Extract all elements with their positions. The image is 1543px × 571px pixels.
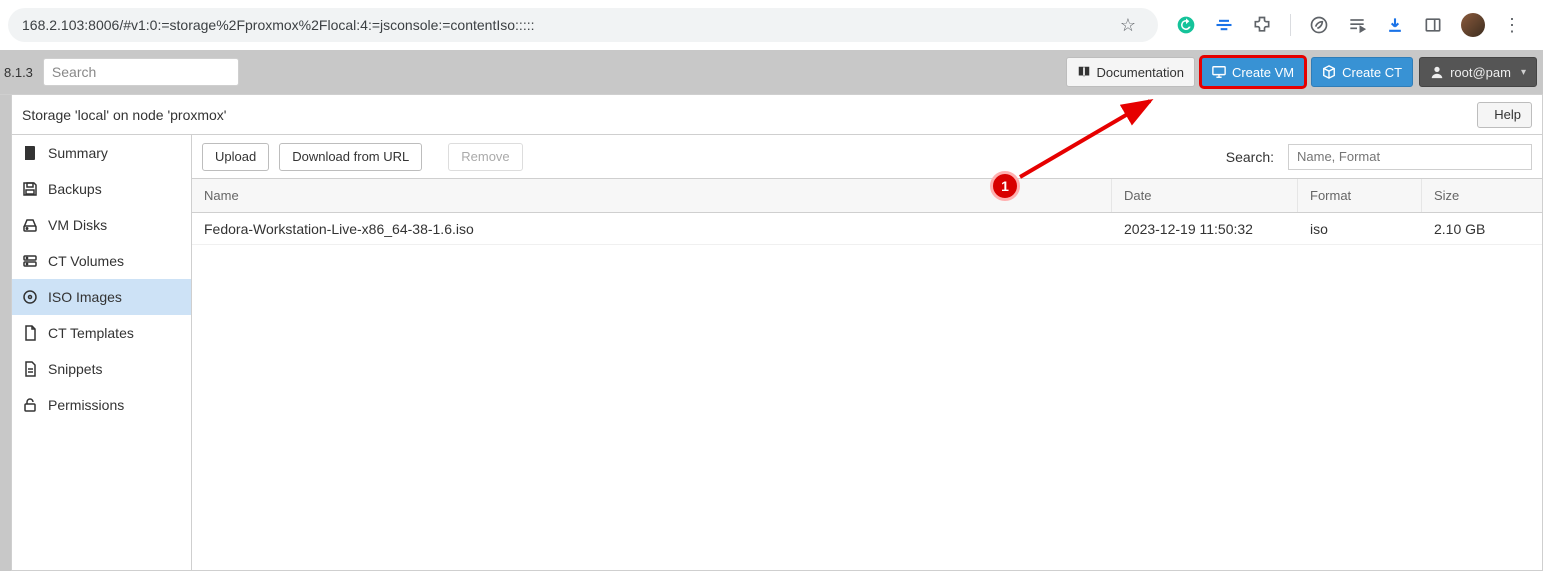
sidebar-item-label: ISO Images — [48, 289, 122, 305]
separator-icon — [1290, 14, 1291, 36]
global-search-input[interactable] — [43, 58, 239, 86]
col-header-date[interactable]: Date — [1112, 179, 1298, 212]
bookmark-star-icon[interactable]: ☆ — [1120, 15, 1136, 36]
col-header-name[interactable]: Name — [192, 179, 1112, 212]
sidebar-item-permissions[interactable]: Permissions — [12, 387, 191, 423]
cell-name: Fedora-Workstation-Live-x86_64-38-1.6.is… — [192, 213, 1112, 244]
proxmox-toolbar: 8.1.3 Documentation Create VM Create CT … — [0, 50, 1543, 94]
kebab-menu-icon[interactable]: ⋮ — [1503, 15, 1521, 36]
file-icon — [22, 325, 38, 341]
panel-title-row: Storage 'local' on node 'proxmox' Help — [12, 95, 1542, 135]
sidebar-item-vm-disks[interactable]: VM Disks — [12, 207, 191, 243]
help-label: Help — [1494, 107, 1521, 122]
documentation-button[interactable]: Documentation — [1066, 57, 1195, 87]
extensions-icon[interactable] — [1252, 15, 1272, 35]
cube-icon — [1322, 65, 1336, 79]
version-label: 8.1.3 — [0, 65, 33, 80]
search-label: Search: — [1226, 149, 1274, 165]
list-icon[interactable] — [1214, 15, 1234, 35]
snippet-icon — [22, 361, 38, 377]
annotation-badge: 1 — [990, 171, 1020, 201]
grid-wrapper: Upload Download from URL Remove Search: … — [192, 135, 1542, 570]
hdd-icon — [22, 217, 38, 233]
grid-search-input[interactable] — [1288, 144, 1532, 170]
cell-date: 2023-12-19 11:50:32 — [1112, 213, 1298, 244]
sidebar-item-ct-templates[interactable]: CT Templates — [12, 315, 191, 351]
sidebar-item-label: CT Volumes — [48, 253, 124, 269]
sidebar-item-iso-images[interactable]: ISO Images — [12, 279, 191, 315]
create-vm-label: Create VM — [1232, 65, 1294, 80]
cell-format: iso — [1298, 213, 1422, 244]
grid-row[interactable]: Fedora-Workstation-Live-x86_64-38-1.6.is… — [192, 213, 1542, 245]
monitor-icon — [1212, 65, 1226, 79]
sidebar-item-backups[interactable]: Backups — [12, 171, 191, 207]
book-icon — [1077, 65, 1091, 79]
browser-chrome: 168.2.103:8006/#v1:0:=storage%2Fproxmox%… — [0, 0, 1543, 50]
profile-avatar-icon[interactable] — [1461, 13, 1485, 37]
floppy-icon — [22, 181, 38, 197]
remove-button: Remove — [448, 143, 522, 171]
sidebar-item-label: Backups — [48, 181, 102, 197]
grammarly-icon[interactable] — [1176, 15, 1196, 35]
sidebar-item-label: Snippets — [48, 361, 102, 377]
sidebar-item-summary[interactable]: Summary — [12, 135, 191, 171]
chevron-down-icon: ▾ — [1521, 67, 1526, 78]
main-area: Storage 'local' on node 'proxmox' Help S… — [0, 94, 1543, 571]
create-ct-label: Create CT — [1342, 65, 1402, 80]
sidebar: Summary Backups VM Disks CT Volumes ISO … — [12, 135, 192, 570]
download-url-button[interactable]: Download from URL — [279, 143, 422, 171]
user-icon — [1430, 65, 1444, 79]
user-label: root@pam — [1450, 65, 1511, 80]
documentation-label: Documentation — [1097, 65, 1184, 80]
extension-icons: ⋮ — [1158, 13, 1535, 37]
col-header-format[interactable]: Format — [1298, 179, 1422, 212]
download-icon[interactable] — [1385, 15, 1405, 35]
hdd-stack-icon — [22, 253, 38, 269]
unlock-icon — [22, 397, 38, 413]
content-toolbar: Upload Download from URL Remove Search: — [192, 135, 1542, 179]
user-menu-button[interactable]: root@pam ▾ — [1419, 57, 1537, 87]
sidebar-item-snippets[interactable]: Snippets — [12, 351, 191, 387]
col-header-size[interactable]: Size — [1422, 179, 1542, 212]
content-panel: Storage 'local' on node 'proxmox' Help S… — [11, 95, 1543, 571]
upload-button[interactable]: Upload — [202, 143, 269, 171]
sidebar-item-ct-volumes[interactable]: CT Volumes — [12, 243, 191, 279]
body-row: Summary Backups VM Disks CT Volumes ISO … — [12, 135, 1542, 570]
url-bar[interactable]: 168.2.103:8006/#v1:0:=storage%2Fproxmox%… — [8, 8, 1158, 42]
sidebar-item-label: VM Disks — [48, 217, 107, 233]
panel-icon[interactable] — [1423, 15, 1443, 35]
leaf-icon[interactable] — [1309, 15, 1329, 35]
sidebar-item-label: Permissions — [48, 397, 124, 413]
create-ct-button[interactable]: Create CT — [1311, 57, 1413, 87]
notebook-icon — [22, 145, 38, 161]
help-button[interactable]: Help — [1477, 102, 1532, 128]
sidebar-item-label: Summary — [48, 145, 108, 161]
url-text: 168.2.103:8006/#v1:0:=storage%2Fproxmox%… — [22, 17, 534, 33]
playlist-icon[interactable] — [1347, 15, 1367, 35]
sidebar-item-label: CT Templates — [48, 325, 134, 341]
panel-title: Storage 'local' on node 'proxmox' — [22, 107, 226, 123]
disc-icon — [22, 289, 38, 305]
create-vm-button[interactable]: Create VM — [1201, 57, 1305, 87]
left-gutter — [0, 95, 11, 571]
cell-size: 2.10 GB — [1422, 213, 1542, 244]
grid-header: Name Date Format Size — [192, 179, 1542, 213]
